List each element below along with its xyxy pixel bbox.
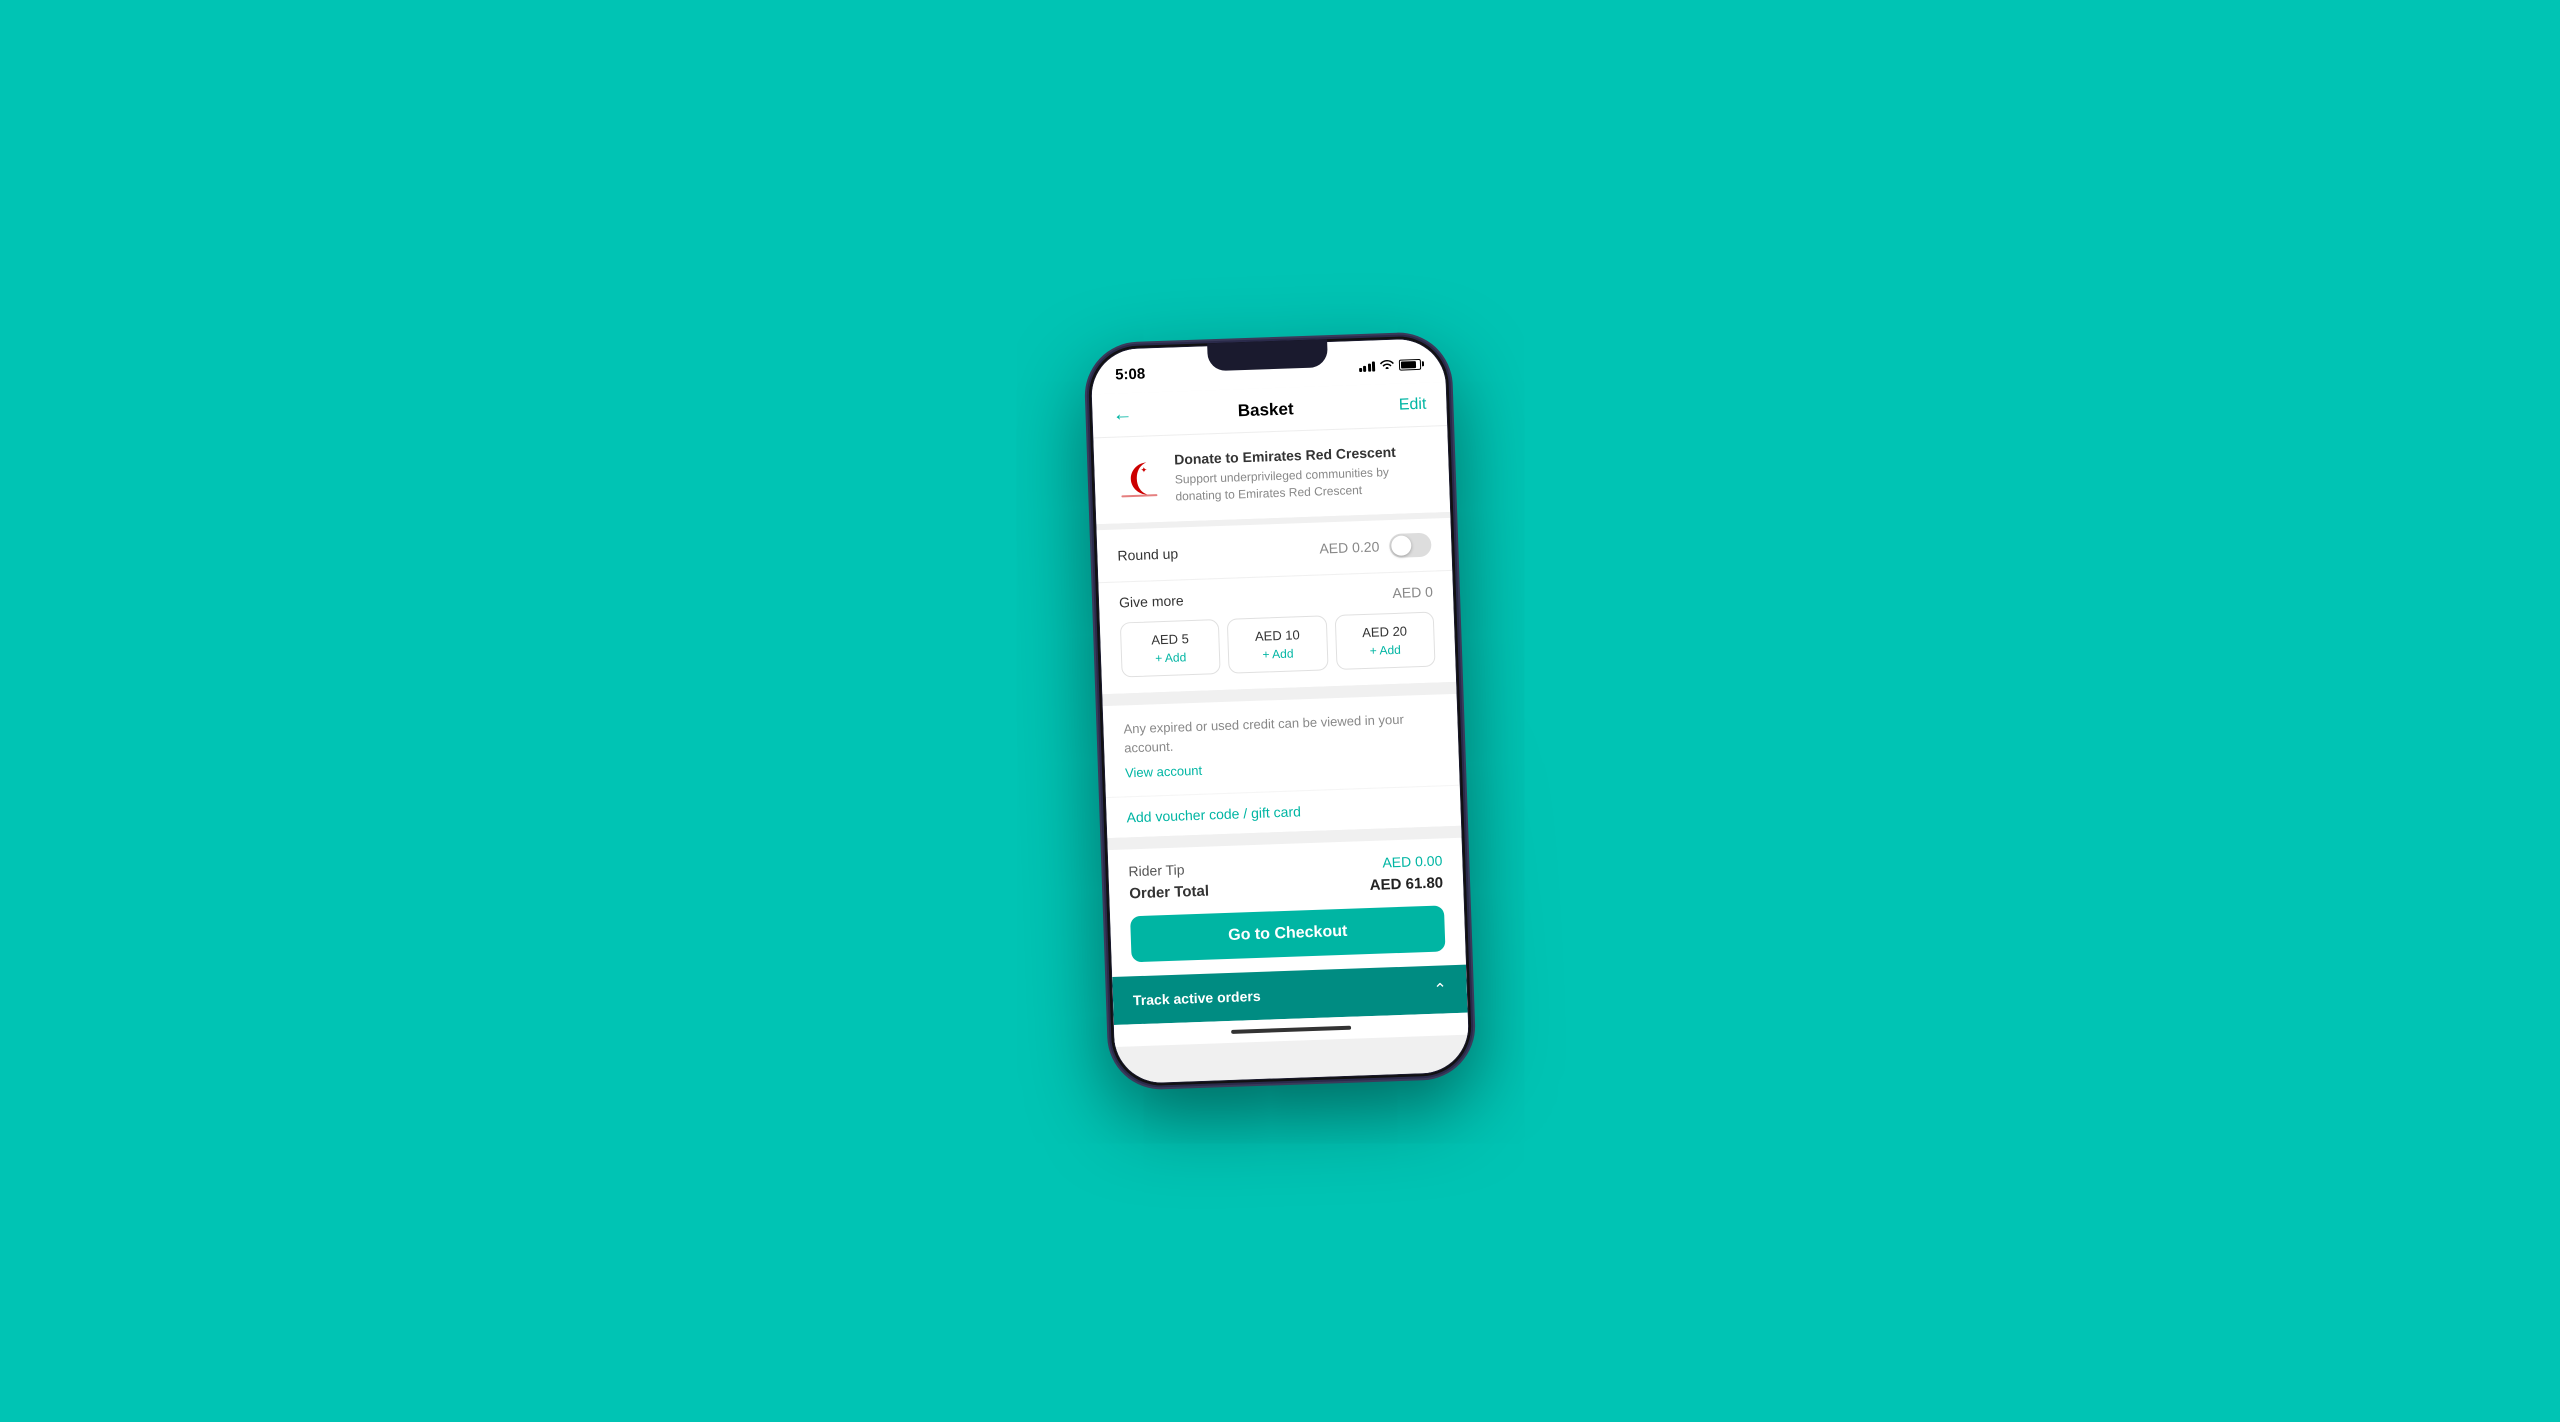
chevron-up-icon: ⌃: [1433, 979, 1447, 999]
donate-5-button[interactable]: AED 5 + Add: [1120, 619, 1221, 677]
screen-content: ✦ Donate to Emirates Red Crescent Suppor…: [1093, 426, 1469, 1084]
donate-20-add: + Add: [1369, 642, 1401, 657]
edit-button[interactable]: Edit: [1399, 395, 1427, 414]
donate-5-amount: AED 5: [1151, 631, 1189, 647]
emirates-red-crescent-logo: ✦: [1114, 452, 1164, 502]
rider-tip-amount: AED 0.00: [1382, 852, 1442, 870]
donation-amount-buttons: AED 5 + Add AED 10 + Add AED 20 + Add: [1120, 611, 1436, 677]
wifi-icon: [1380, 358, 1394, 372]
notch: [1207, 339, 1328, 371]
donation-description: Support underprivileged communities by d…: [1175, 463, 1430, 505]
track-orders-label: Track active orders: [1133, 987, 1261, 1007]
svg-text:✦: ✦: [1140, 465, 1147, 474]
signal-icon: [1358, 359, 1375, 372]
round-up-toggle[interactable]: [1389, 532, 1432, 557]
donation-text: Donate to Emirates Red Crescent Support …: [1174, 443, 1430, 505]
credit-section: Any expired or used credit can be viewed…: [1103, 693, 1460, 796]
battery-icon: [1399, 358, 1421, 370]
scene: 5:08: [0, 0, 2560, 1422]
round-up-row: Round up AED 0.20: [1117, 532, 1432, 567]
status-time: 5:08: [1115, 365, 1146, 383]
checkout-button[interactable]: Go to Checkout: [1130, 905, 1445, 962]
donation-card: ✦ Donate to Emirates Red Crescent Suppor…: [1093, 426, 1450, 524]
donate-20-amount: AED 20: [1362, 623, 1407, 640]
round-up-label: Round up: [1117, 545, 1178, 563]
donate-10-add: + Add: [1262, 646, 1294, 661]
phone-frame: 5:08: [1087, 335, 1473, 1087]
nav-title: Basket: [1237, 399, 1293, 421]
order-total-label: Order Total: [1129, 882, 1209, 902]
home-bar: [1231, 1025, 1351, 1033]
back-button[interactable]: ←: [1112, 403, 1133, 427]
rider-tip-label: Rider Tip: [1128, 861, 1185, 879]
donate-20-button[interactable]: AED 20 + Add: [1334, 611, 1435, 669]
give-more-amount: AED 0: [1392, 583, 1433, 600]
give-more-section: Give more AED 0 AED 5 + Add AED 10 + Add: [1098, 569, 1456, 693]
give-more-row: Give more AED 0: [1119, 583, 1433, 610]
round-up-amount: AED 0.20: [1319, 538, 1379, 556]
donate-10-amount: AED 10: [1255, 627, 1300, 644]
order-total-amount: AED 61.80: [1369, 874, 1443, 894]
phone-screen: 5:08: [1090, 338, 1469, 1084]
credit-text: Any expired or used credit can be viewed…: [1123, 708, 1438, 758]
order-total-row: Order Total AED 61.80: [1129, 874, 1443, 902]
donate-10-button[interactable]: AED 10 + Add: [1227, 615, 1328, 673]
round-up-right: AED 0.20: [1319, 532, 1432, 560]
view-account-link[interactable]: View account: [1125, 762, 1203, 780]
toggle-thumb: [1391, 535, 1412, 556]
order-summary: Rider Tip AED 0.00 Order Total AED 61.80…: [1108, 837, 1466, 976]
status-icons: [1358, 357, 1421, 373]
give-more-label: Give more: [1119, 592, 1184, 610]
donate-5-add: + Add: [1155, 650, 1187, 665]
